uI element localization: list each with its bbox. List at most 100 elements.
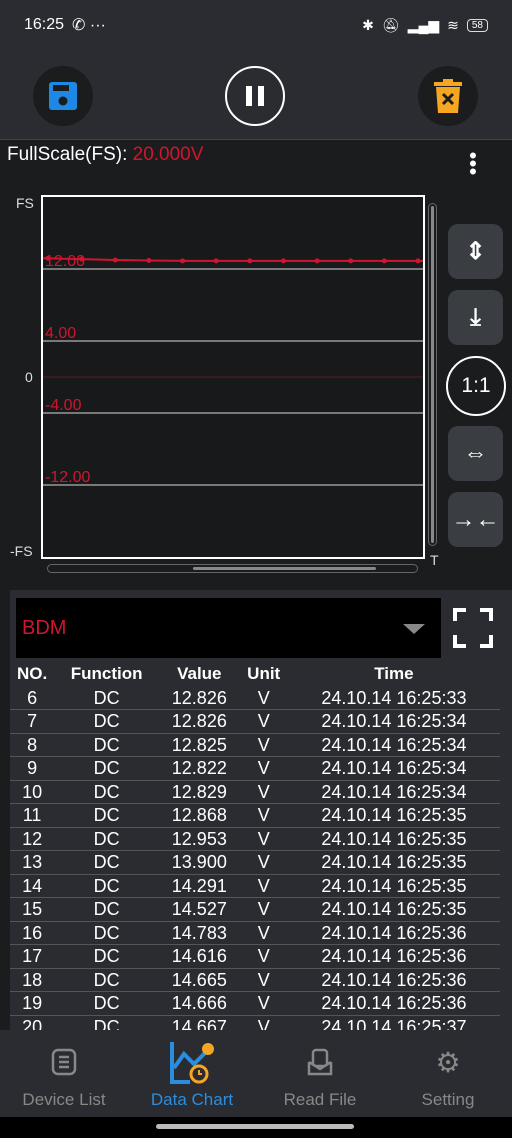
table-cell: 15 <box>10 897 55 922</box>
save-button[interactable] <box>33 66 93 126</box>
fullscale-label: FullScale(FS): <box>7 144 128 165</box>
more-options-icon[interactable]: • • • <box>466 145 480 183</box>
table-cell: V <box>239 780 288 804</box>
table-cell: DC <box>54 921 160 945</box>
table-cell: 12.826 <box>159 686 240 710</box>
table-cell: 12.825 <box>159 733 240 757</box>
table-row[interactable]: 6 DC 12.826 V 24.10.14 16:25:33 <box>10 686 500 710</box>
table-row[interactable]: 7 DC 12.826 V 24.10.14 16:25:34 <box>10 709 500 734</box>
column-header: Value <box>177 664 222 683</box>
table-cell: 9 <box>10 756 55 781</box>
nav-setting[interactable]: ⚙ Setting <box>384 1030 512 1117</box>
table-cell: 12.868 <box>159 803 240 828</box>
table-cell: DC <box>54 803 160 828</box>
table-cell: DC <box>54 991 160 1016</box>
data-panel: BDM NO. Function Value Unit Time 6 DC 12.826 V 2… <box>10 590 512 1039</box>
table-row[interactable]: 9 DC 12.822 V 24.10.14 16:25:34 <box>10 756 500 781</box>
table-cell: 24.10.14 16:25:35 <box>287 874 500 898</box>
table-cell: 24.10.14 16:25:36 <box>287 921 500 945</box>
fullscreen-icon[interactable] <box>453 608 493 648</box>
table-cell: V <box>239 803 288 828</box>
list-icon <box>51 1048 77 1076</box>
data-point <box>213 258 219 264</box>
table-cell: 24.10.14 16:25:35 <box>287 850 500 875</box>
table-row[interactable]: 15 DC 14.527 V 24.10.14 16:25:35 <box>10 897 500 922</box>
data-point <box>280 258 286 264</box>
data-point <box>180 258 186 264</box>
nav-device-list[interactable]: Device List <box>0 1030 128 1117</box>
delete-button[interactable] <box>418 66 478 126</box>
table-row[interactable]: 16 DC 14.783 V 24.10.14 16:25:36 <box>10 921 500 945</box>
nav-label: Device List <box>22 1090 106 1109</box>
table-cell: 10 <box>10 780 55 804</box>
table-row[interactable]: 18 DC 14.665 V 24.10.14 16:25:36 <box>10 968 500 992</box>
table-cell: 24.10.14 16:25:34 <box>287 709 500 734</box>
grid-label: -4.00 <box>45 397 82 414</box>
table-cell: 14.291 <box>159 874 240 898</box>
horizontal-scrollbar[interactable] <box>47 564 418 573</box>
table-cell: 13.900 <box>159 850 240 875</box>
table-cell: V <box>239 944 288 969</box>
table-cell: DC <box>54 944 160 969</box>
table-cell: 12.953 <box>159 827 240 851</box>
expand-vertical-icon: ⇕ <box>465 238 486 265</box>
pause-button[interactable] <box>225 66 285 126</box>
table-cell: 16 <box>10 921 55 945</box>
table-row[interactable]: 8 DC 12.825 V 24.10.14 16:25:34 <box>10 733 500 757</box>
data-table: NO. Function Value Unit Time 6 DC 12.826 V 24.10… <box>10 662 500 1039</box>
table-cell: DC <box>54 780 160 804</box>
bottom-nav: Device List Data Chart Read File ⚙ Settin… <box>0 1030 512 1117</box>
expand-vertical-button[interactable]: ⇕ <box>448 224 503 279</box>
nav-label: Data Chart <box>150 1090 234 1109</box>
y-label-bottom: -FS <box>10 543 33 559</box>
compress-vertical-button[interactable]: ⤓ <box>448 290 503 345</box>
table-cell: 14.527 <box>159 897 240 922</box>
table-row[interactable]: 14 DC 14.291 V 24.10.14 16:25:35 <box>10 874 500 898</box>
table-cell: 24.10.14 16:25:34 <box>287 756 500 781</box>
table-cell: V <box>239 827 288 851</box>
table-cell: 24.10.14 16:25:35 <box>287 827 500 851</box>
table-cell: DC <box>54 686 160 710</box>
nav-read-file[interactable]: Read File <box>256 1030 384 1117</box>
table-cell: 24.10.14 16:25:33 <box>287 686 500 710</box>
expand-horizontal-icon: ⇔ <box>463 439 488 467</box>
table-cell: 24.10.14 16:25:36 <box>287 944 500 969</box>
chevron-down-icon <box>403 624 425 634</box>
battery-icon: 58 <box>466 18 488 32</box>
table-cell: DC <box>54 756 160 781</box>
table-cell: V <box>239 733 288 757</box>
nav-data-chart[interactable]: Data Chart <box>128 1030 256 1117</box>
data-point <box>415 258 421 264</box>
compress-horizontal-button[interactable]: →← <box>448 492 503 547</box>
table-cell: 12.826 <box>159 709 240 734</box>
table-cell: V <box>239 709 288 734</box>
table-cell: V <box>239 686 288 710</box>
chart-plot[interactable]: 12.00 4.00 -4.00 -12.00 <box>41 195 425 559</box>
data-point <box>146 257 152 263</box>
table-row[interactable]: 10 DC 12.829 V 24.10.14 16:25:34 <box>10 780 500 804</box>
table-row[interactable]: 12 DC 12.953 V 24.10.14 16:25:35 <box>10 827 500 851</box>
table-cell: V <box>239 921 288 945</box>
table-cell: 17 <box>10 944 55 969</box>
table-cell: 24.10.14 16:25:34 <box>287 733 500 757</box>
status-bar: 16:25 ✆ ··· ✱ 🔕︎ ▂▄▆ ≋ 58 <box>0 0 512 50</box>
vertical-scrollbar[interactable] <box>428 203 437 546</box>
column-header: NO. <box>16 664 48 683</box>
table-row[interactable]: 11 DC 12.868 V 24.10.14 16:25:35 <box>10 803 500 828</box>
expand-horizontal-button[interactable]: ⇔ <box>448 426 503 481</box>
data-point <box>381 258 387 264</box>
table-cell: 7 <box>10 709 55 734</box>
table-cell: 19 <box>10 991 55 1016</box>
data-point <box>112 257 118 263</box>
table-row[interactable]: 19 DC 14.666 V 24.10.14 16:25:36 <box>10 991 500 1016</box>
table-cell: DC <box>54 827 160 851</box>
table-row[interactable]: 17 DC 14.616 V 24.10.14 16:25:36 <box>10 944 500 969</box>
toolbar <box>0 50 512 140</box>
reset-scale-button[interactable]: 1:1 <box>446 356 506 416</box>
data-chart-icon <box>170 1042 214 1084</box>
column-header: Unit <box>247 664 281 683</box>
mode-dropdown[interactable]: BDM <box>16 598 441 658</box>
table-cell: V <box>239 991 288 1016</box>
table-row[interactable]: 13 DC 13.900 V 24.10.14 16:25:35 <box>10 850 500 875</box>
table-cell: 12.829 <box>159 780 240 804</box>
